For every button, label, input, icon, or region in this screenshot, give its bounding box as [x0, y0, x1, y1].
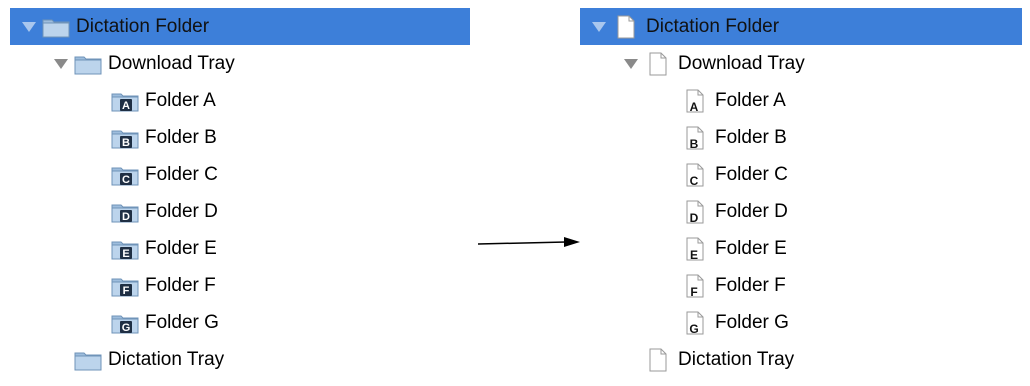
tree-row-folder-d[interactable]: D Folder D [10, 193, 470, 230]
icon-letter: A [122, 100, 130, 112]
icon-letter: G [689, 322, 698, 335]
lettered-document-icon: C [686, 163, 704, 187]
tree-row-folder-b[interactable]: B Folder B [580, 119, 1022, 156]
icon-letter: A [690, 100, 699, 113]
tree-row-dictation-tray[interactable]: Dictation Tray [10, 341, 470, 378]
document-icon [649, 52, 667, 75]
tree-row-label: Folder G [715, 311, 789, 333]
icon-letter: C [122, 174, 130, 186]
icon-letter: B [690, 137, 699, 150]
lettered-document-icon: A [686, 89, 704, 113]
tree-row-folder-g[interactable]: G Folder G [580, 304, 1022, 341]
tree-row-label: Dictation Folder [76, 15, 210, 37]
icon-letter: F [123, 285, 130, 297]
tree-row-label: Folder A [715, 89, 786, 111]
lettered-folder-icon: G [111, 315, 139, 334]
tree-row-dictation-tray[interactable]: Dictation Tray [580, 341, 1022, 378]
tree-row-folder-c[interactable]: C Folder C [10, 156, 470, 193]
disclosure-triangle-icon[interactable] [22, 21, 36, 32]
lettered-document-icon: F [686, 274, 704, 298]
lettered-document-icon: G [686, 311, 704, 335]
tree-row-label: Download Tray [108, 52, 235, 74]
tree-row-folder-b[interactable]: B Folder B [10, 119, 470, 156]
tree-row-label: Folder B [715, 126, 787, 148]
tree-row-label: Dictation Folder [646, 15, 780, 37]
tree-after: Dictation Folder Download Tray A Folder A… [580, 8, 1022, 378]
lettered-folder-icon: D [111, 204, 139, 223]
tree-row-label: Folder D [715, 200, 788, 222]
tree-row-folder-c[interactable]: C Folder C [580, 156, 1022, 193]
disclosure-triangle-icon[interactable] [624, 58, 638, 69]
tree-row-label: Dictation Tray [678, 348, 795, 370]
icon-letter: E [122, 248, 129, 260]
lettered-folder-icon: E [111, 241, 139, 260]
tree-row-label: Dictation Tray [108, 348, 225, 370]
folder-icon [42, 19, 70, 37]
tree-row-dictation-folder[interactable]: Dictation Folder [10, 8, 470, 45]
document-icon [617, 15, 635, 38]
tree-row-label: Folder F [715, 274, 786, 296]
tree-row-download-tray[interactable]: Download Tray [10, 45, 470, 82]
tree-row-label: Folder E [145, 237, 217, 259]
lettered-folder-icon: F [111, 278, 139, 297]
lettered-document-icon: E [686, 237, 704, 261]
tree-row-folder-d[interactable]: D Folder D [580, 193, 1022, 230]
tree-row-folder-f[interactable]: F Folder F [580, 267, 1022, 304]
tree-row-label: Folder C [145, 163, 218, 185]
right-arrow-icon [478, 237, 580, 247]
document-icon [649, 348, 667, 371]
tree-row-label: Download Tray [678, 52, 805, 74]
tree-row-download-tray[interactable]: Download Tray [580, 45, 1022, 82]
icon-letter: F [690, 285, 697, 298]
lettered-folder-icon: B [111, 130, 139, 149]
tree-row-label: Folder B [145, 126, 217, 148]
tree-row-dictation-folder[interactable]: Dictation Folder [580, 8, 1022, 45]
tree-row-folder-f[interactable]: F Folder F [10, 267, 470, 304]
tree-row-folder-e[interactable]: E Folder E [580, 230, 1022, 267]
lettered-document-icon: B [686, 126, 704, 150]
tree-row-folder-a[interactable]: A Folder A [580, 82, 1022, 119]
tree-row-folder-g[interactable]: G Folder G [10, 304, 470, 341]
icon-letter: D [122, 211, 130, 223]
tree-row-label: Folder G [145, 311, 219, 333]
lettered-folder-icon: C [111, 167, 139, 186]
tree-row-folder-e[interactable]: E Folder E [10, 230, 470, 267]
tree-row-label: Folder D [145, 200, 218, 222]
folder-icon [74, 352, 102, 370]
icon-letter: C [690, 174, 699, 187]
tree-row-label: Folder A [145, 89, 216, 111]
disclosure-triangle-icon[interactable] [592, 21, 606, 32]
icon-letter: B [122, 137, 130, 149]
tree-row-folder-a[interactable]: A Folder A [10, 82, 470, 119]
tree-row-label: Folder F [145, 274, 216, 296]
disclosure-triangle-icon[interactable] [54, 58, 68, 69]
icon-letter: D [690, 211, 699, 224]
icon-letter: E [690, 248, 698, 261]
lettered-document-icon: D [686, 200, 704, 224]
folder-icon [74, 56, 102, 74]
tree-row-label: Folder C [715, 163, 788, 185]
tree-row-label: Folder E [715, 237, 787, 259]
lettered-folder-icon: A [111, 93, 139, 112]
tree-before: Dictation Folder Download Tray A Folder A… [10, 8, 470, 378]
icon-letter: G [122, 322, 131, 334]
